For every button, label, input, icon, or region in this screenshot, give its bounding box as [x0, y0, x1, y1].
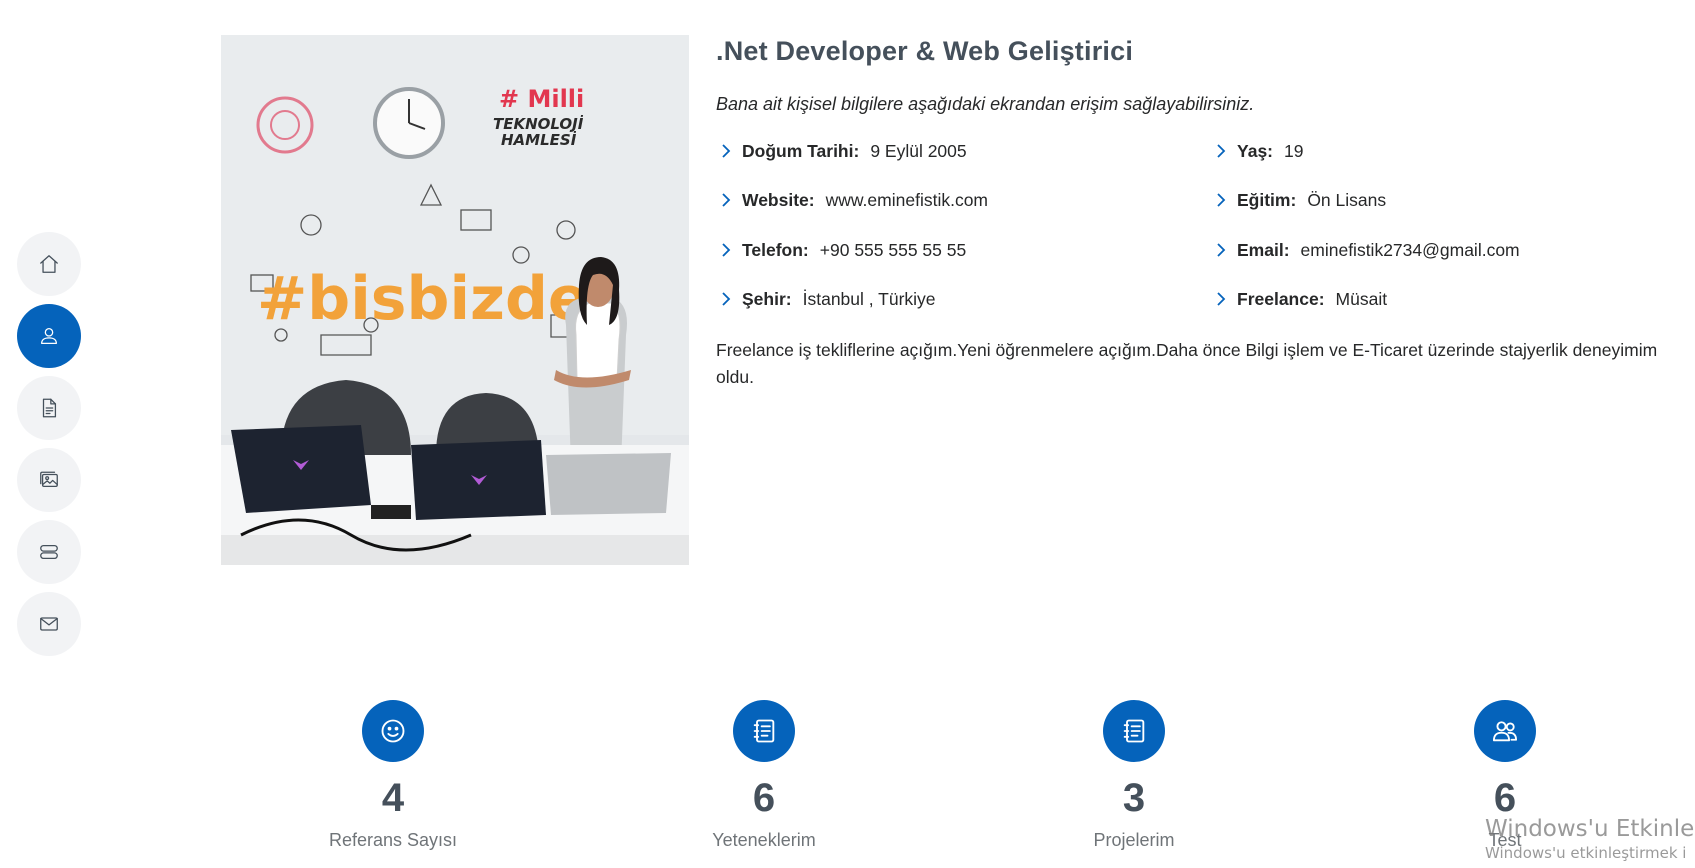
info-age: Yaş: 19 — [1211, 137, 1303, 165]
chevron-right-icon — [722, 144, 731, 158]
info-grid: Doğum Tarihi: 9 Eylül 2005 Yaş: 19 Websi… — [716, 137, 1676, 337]
stat-icon-circle — [733, 700, 795, 762]
svg-text:HAMLESİ: HAMLESİ — [501, 130, 577, 149]
user-icon — [41, 328, 57, 344]
info-education: Eğitim: Ön Lisans — [1211, 186, 1386, 214]
about-description: Freelance iş tekliflerine açığım.Yeni öğ… — [716, 340, 1658, 387]
stat-label: Yeteneklerim — [712, 830, 816, 850]
stat-number: 6 — [1493, 776, 1517, 820]
stat-icon-circle — [362, 700, 424, 762]
nav-resume-button[interactable] — [17, 376, 81, 440]
side-nav — [17, 232, 81, 664]
info-label: Şehir: — [742, 288, 792, 309]
document-icon — [42, 398, 57, 418]
info-label: Eğitim: — [1237, 189, 1297, 210]
profile-photo: # Milli TEKNOLOJİ HAMLESİ #bisbizde — [221, 35, 689, 565]
info-value: eminefistik2734@gmail.com — [1300, 239, 1520, 260]
envelope-icon — [40, 617, 58, 631]
chevron-right-icon — [1217, 243, 1226, 257]
info-value: Ön Lisans — [1307, 189, 1387, 210]
stat-number: 3 — [1122, 776, 1146, 820]
info-birthdate: Doğum Tarihi: 9 Eylül 2005 — [716, 137, 967, 165]
nav-about-button[interactable] — [17, 304, 81, 368]
stat-label: Referans Sayısı — [328, 830, 458, 850]
people-icon — [1492, 721, 1518, 742]
info-label: Telefon: — [742, 239, 809, 260]
chevron-right-icon — [1217, 144, 1226, 158]
info-value: 19 — [1284, 140, 1304, 161]
chevron-right-icon — [1217, 193, 1226, 207]
info-value: www.eminefistik.com — [825, 189, 989, 210]
stat-label: Projelerim — [1093, 830, 1175, 850]
stat-projects: 3 Projelerim — [1014, 700, 1254, 851]
info-label: Website: — [742, 189, 815, 210]
info-value: 9 Eylül 2005 — [870, 140, 967, 161]
info-label: Doğum Tarihi: — [742, 140, 860, 161]
info-label: Yaş: — [1237, 140, 1273, 161]
stat-number: 4 — [381, 776, 405, 820]
smiley-icon — [381, 719, 405, 743]
info-value: İstanbul , Türkiye — [802, 288, 936, 309]
stat-icon-circle — [1103, 700, 1165, 762]
windows-activation-watermark: Windows'u Etkinleş Windows'u etkinleştir… — [1485, 816, 1695, 862]
info-email: Email: eminefistik2734@gmail.com — [1211, 236, 1520, 264]
info-label: Email: — [1237, 239, 1290, 260]
image-icon — [40, 471, 58, 488]
office-photo-illustration: # Milli TEKNOLOJİ HAMLESİ #bisbizde — [221, 35, 689, 565]
wall-hashtag-text: #bisbizde — [257, 264, 589, 334]
about-headline: .Net Developer & Web Geliştirici — [716, 36, 1134, 66]
stat-skills: 6 Yeteneklerim — [644, 700, 884, 851]
chevron-right-icon — [1217, 292, 1226, 306]
watermark-title: Windows'u Etkinleş — [1485, 816, 1695, 842]
stat-icon-circle — [1474, 700, 1536, 762]
nav-portfolio-button[interactable] — [17, 448, 81, 512]
info-phone: Telefon: +90 555 555 55 55 — [716, 236, 966, 264]
house-icon — [40, 255, 58, 273]
server-icon — [40, 544, 58, 560]
svg-text:# Milli: # Milli — [499, 85, 584, 113]
stat-references: 4 Referans Sayısı — [273, 700, 513, 851]
chevron-right-icon — [722, 193, 731, 207]
about-section: .Net Developer & Web Geliştirici Bana ai… — [716, 35, 1676, 409]
watermark-subtitle: Windows'u etkinleştirmek i — [1485, 844, 1687, 862]
chevron-right-icon — [722, 292, 731, 306]
info-label: Freelance: — [1237, 288, 1325, 309]
journal-icon — [1123, 719, 1145, 743]
badge-text: # Milli TEKNOLOJİ HAMLESİ — [493, 85, 584, 149]
info-website: Website: www.eminefistik.com — [716, 186, 988, 214]
info-freelance: Freelance: Müsait — [1211, 285, 1387, 313]
info-value: Müsait — [1335, 288, 1388, 309]
about-intro: Bana ait kişisel bilgilere aşağıdaki ekr… — [716, 94, 1255, 114]
chevron-right-icon — [722, 243, 731, 257]
info-value: +90 555 555 55 55 — [819, 239, 967, 260]
info-city: Şehir: İstanbul , Türkiye — [716, 285, 936, 313]
nav-services-button[interactable] — [17, 520, 81, 584]
journal-icon — [753, 719, 775, 743]
nav-home-button[interactable] — [17, 232, 81, 296]
nav-contact-button[interactable] — [17, 592, 81, 656]
stat-number: 6 — [752, 776, 776, 820]
